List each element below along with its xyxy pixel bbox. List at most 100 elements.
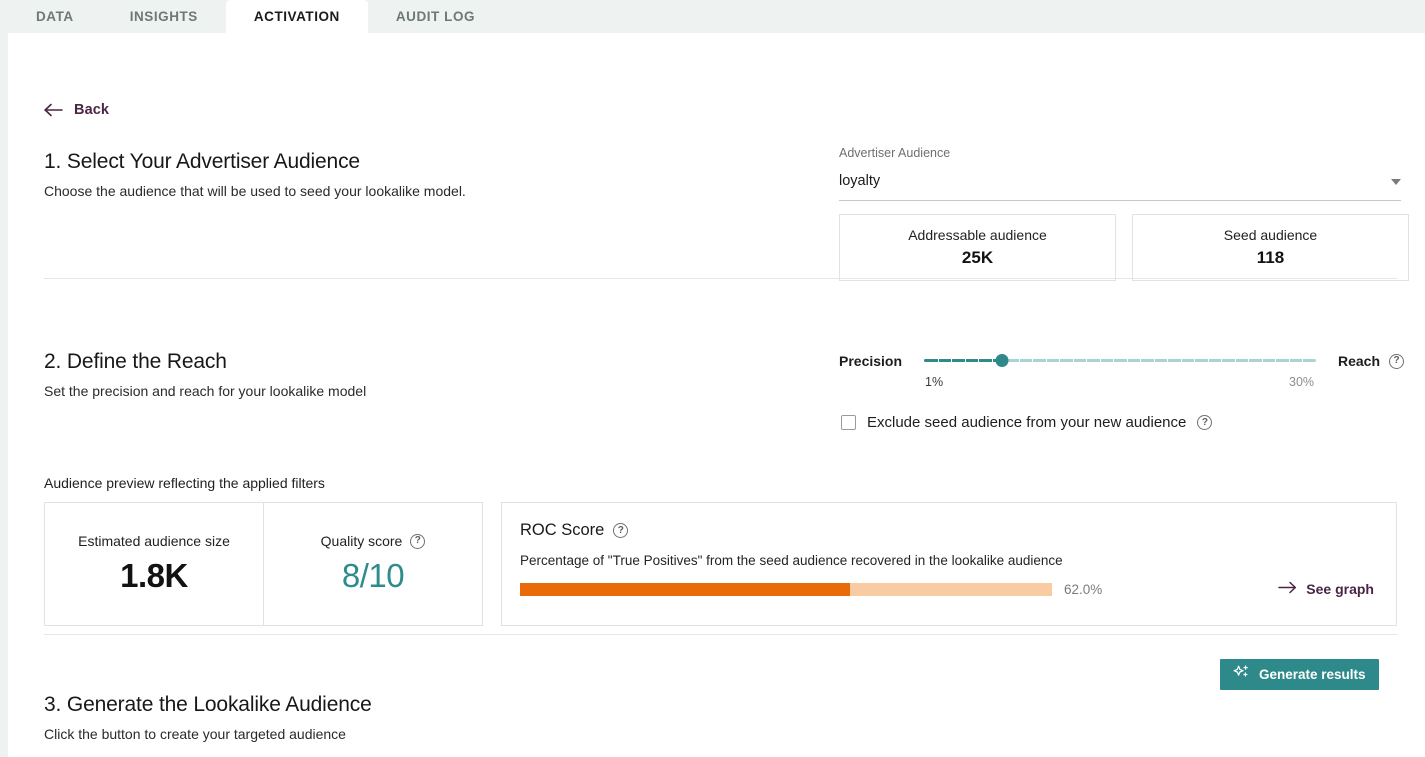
back-button[interactable]: Back <box>44 102 109 118</box>
slider-tick <box>1302 356 1304 365</box>
tab-audit-log[interactable]: AUDIT LOG <box>368 0 503 33</box>
help-circle-icon[interactable]: ? <box>410 533 426 549</box>
section-2-header: 2. Define the Reach Set the precision an… <box>44 350 366 399</box>
roc-score-bar-row: 62.0% See graph <box>520 581 1374 597</box>
section-3-header: 3. Generate the Lookalike Audience Click… <box>44 693 372 742</box>
slider-tick <box>964 356 966 365</box>
slider-tick <box>1140 356 1142 365</box>
tab-label: INSIGHTS <box>129 9 198 24</box>
slider-tick <box>1221 356 1223 365</box>
slider-min-label: 1% <box>925 375 944 389</box>
slider-range-labels: 1% 30% <box>839 375 1404 391</box>
slider-tick <box>1059 356 1061 365</box>
see-graph-link[interactable]: See graph <box>1278 581 1374 597</box>
slider-tick <box>951 356 953 365</box>
arrow-right-icon <box>1278 581 1297 597</box>
generate-results-button[interactable]: Generate results <box>1220 659 1379 690</box>
estimated-audience-size-card: Estimated audience size 1.8K <box>44 502 264 626</box>
seed-audience-label: Seed audience <box>1223 227 1318 243</box>
section-2-subtitle: Set the precision and reach for your loo… <box>44 383 367 399</box>
audience-stats: Addressable audience 25K Seed audience 1… <box>839 214 1425 281</box>
slider-tick <box>1275 356 1277 365</box>
estimated-audience-size-label: Estimated audience size <box>78 533 230 549</box>
chevron-down-icon <box>1391 179 1401 185</box>
slider-tick <box>1261 356 1263 365</box>
slider-tick <box>1032 356 1034 365</box>
back-label: Back <box>74 102 110 118</box>
slider-tick <box>1045 356 1047 365</box>
section-divider-1 <box>44 278 1397 279</box>
preview-cards: Estimated audience size 1.8K Quality sco… <box>44 502 1397 626</box>
sparkle-icon <box>1233 665 1250 684</box>
advertiser-audience-value: loyalty <box>839 173 881 189</box>
quality-score-label: Quality score <box>320 533 403 549</box>
tab-data[interactable]: DATA <box>8 0 102 33</box>
seed-audience-card: Seed audience 118 <box>1132 214 1409 281</box>
slider-tick <box>1072 356 1074 365</box>
slider-max-label: 30% <box>1289 375 1315 389</box>
quality-score-card: Quality score ? 8/10 <box>263 502 483 626</box>
roc-progress-bar <box>520 582 1052 596</box>
slider-tick <box>1018 356 1020 365</box>
slider-tick <box>937 356 939 365</box>
tab-activation[interactable]: ACTIVATION <box>225 0 368 33</box>
exclude-seed-label: Exclude seed audience from your new audi… <box>867 414 1187 431</box>
quality-score-label-row: Quality score ? <box>321 533 426 549</box>
addressable-audience-value: 25K <box>961 248 994 267</box>
tab-label: AUDIT LOG <box>395 9 476 24</box>
tab-label: ACTIVATION <box>253 9 340 24</box>
section-1-header: 1. Select Your Advertiser Audience Choos… <box>44 150 466 199</box>
section-1-title: 1. Select Your Advertiser Audience <box>44 150 360 173</box>
roc-percent-label: 62.0% <box>1064 581 1103 597</box>
slider-tick <box>1126 356 1128 365</box>
slider-tick <box>1248 356 1250 365</box>
slider-tick <box>1207 356 1209 365</box>
slider-tick <box>1167 356 1169 365</box>
slider-tick <box>1099 356 1101 365</box>
estimated-audience-size-value: 1.8K <box>120 557 188 594</box>
tab-label: DATA <box>36 9 74 24</box>
slider-tick <box>1234 356 1236 365</box>
slider-tick <box>1180 356 1182 365</box>
quality-score-value: 8/10 <box>341 557 405 594</box>
slider-tick <box>1288 356 1290 365</box>
generate-results-label: Generate results <box>1259 667 1366 682</box>
addressable-audience-card: Addressable audience 25K <box>839 214 1116 281</box>
addressable-audience-label: Addressable audience <box>908 227 1047 243</box>
slider-tick <box>1153 356 1155 365</box>
slider-tick <box>1113 356 1115 365</box>
roc-score-title-row: ROC Score ? <box>520 521 1374 540</box>
roc-score-card: ROC Score ? Percentage of "True Positive… <box>501 502 1397 626</box>
slider-track-wrap[interactable] <box>924 351 1316 371</box>
section-3-title: 3. Generate the Lookalike Audience <box>44 693 372 716</box>
preview-title: Audience preview reflecting the applied … <box>44 475 325 491</box>
see-graph-label: See graph <box>1306 581 1374 597</box>
advertiser-audience-field: Advertiser Audience loyalty <box>839 146 1401 201</box>
roc-score-title: ROC Score <box>520 521 605 539</box>
slider-tick <box>1086 356 1088 365</box>
tab-bar: DATA INSIGHTS ACTIVATION AUDIT LOG <box>0 0 1425 33</box>
slider-ticks <box>924 356 1316 365</box>
slider-tick <box>978 356 980 365</box>
roc-score-description: Percentage of "True Positives" from the … <box>520 553 1063 568</box>
slider-precision-label: Precision <box>839 353 903 369</box>
activation-panel: Back 1. Select Your Advertiser Audience … <box>8 33 1425 757</box>
help-circle-icon[interactable]: ? <box>1197 415 1213 430</box>
slider-thumb[interactable] <box>995 354 1009 367</box>
section-2-title: 2. Define the Reach <box>44 350 227 373</box>
slider-tick <box>1194 356 1196 365</box>
seed-audience-value: 118 <box>1256 248 1285 267</box>
roc-progress-fill <box>520 582 850 596</box>
help-circle-icon[interactable]: ? <box>613 523 629 538</box>
exclude-seed-row: Exclude seed audience from your new audi… <box>841 414 1213 431</box>
arrow-left-icon <box>44 103 64 117</box>
section-3-subtitle: Click the button to create your targeted… <box>44 726 346 742</box>
slider-reach-label: Reach <box>1337 353 1380 369</box>
advertiser-audience-select[interactable]: loyalty <box>839 173 1401 201</box>
exclude-seed-checkbox[interactable] <box>841 415 856 430</box>
section-divider-2 <box>44 634 1397 635</box>
slider-tick <box>991 356 993 365</box>
help-circle-icon[interactable]: ? <box>1389 353 1404 369</box>
tab-insights[interactable]: INSIGHTS <box>102 0 226 33</box>
section-1-subtitle: Choose the audience that will be used to… <box>44 183 466 199</box>
